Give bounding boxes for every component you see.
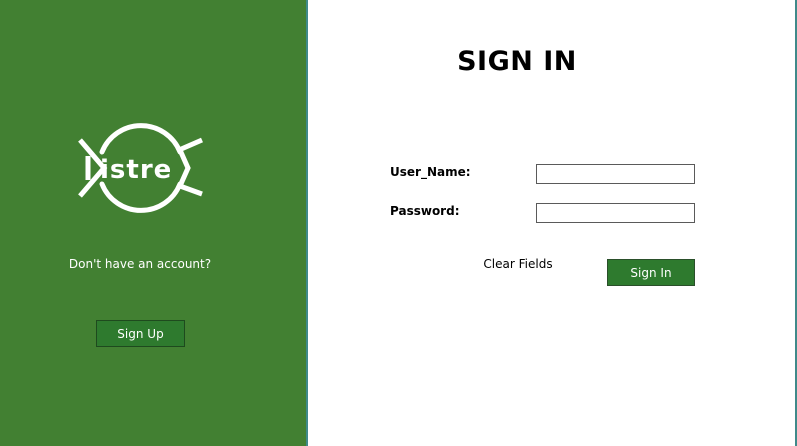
clear-fields-button[interactable]: Clear Fields bbox=[478, 257, 558, 271]
distrex-logo-icon: istre bbox=[76, 122, 206, 214]
svg-text:istre: istre bbox=[100, 155, 172, 185]
no-account-text: Don't have an account? bbox=[68, 257, 212, 271]
username-label: User_Name: bbox=[390, 165, 471, 179]
sign-in-window: istre Don't have an account? Sign Up SIG… bbox=[0, 0, 797, 446]
password-field[interactable] bbox=[536, 203, 695, 223]
sign-in-button[interactable]: Sign In bbox=[607, 259, 695, 286]
page-title: SIGN IN bbox=[457, 46, 577, 77]
panel-divider bbox=[306, 0, 308, 446]
sign-up-button[interactable]: Sign Up bbox=[96, 320, 185, 347]
brand-panel: istre Don't have an account? Sign Up bbox=[0, 0, 306, 446]
username-field[interactable] bbox=[536, 164, 695, 184]
password-label: Password: bbox=[390, 204, 460, 218]
